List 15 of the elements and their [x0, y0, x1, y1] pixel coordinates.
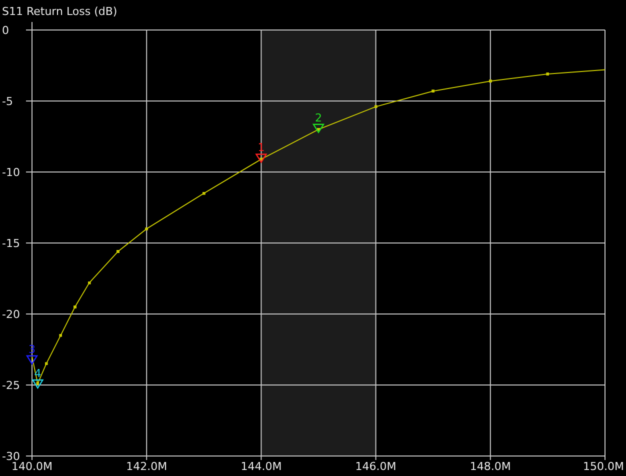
axis-label: 140.0M — [12, 460, 52, 473]
axis-label: 146.0M — [355, 460, 396, 473]
axis-label: -20 — [2, 308, 20, 321]
axis-label: -5 — [2, 95, 13, 108]
axis-label: -25 — [2, 379, 20, 392]
axis-label: -10 — [2, 166, 20, 179]
axis-label: 148.0M — [470, 460, 511, 473]
marker-label: 2 — [315, 111, 322, 124]
axis-label: 0 — [2, 24, 9, 37]
axis-label: -30 — [2, 450, 20, 463]
axis-label: -15 — [2, 237, 20, 250]
axis-label: 142.0M — [126, 460, 168, 473]
axis-label: 144.0M — [240, 460, 282, 473]
axis-label: 150.0M — [583, 460, 624, 473]
chart-title: S11 Return Loss (dB) — [2, 5, 118, 18]
